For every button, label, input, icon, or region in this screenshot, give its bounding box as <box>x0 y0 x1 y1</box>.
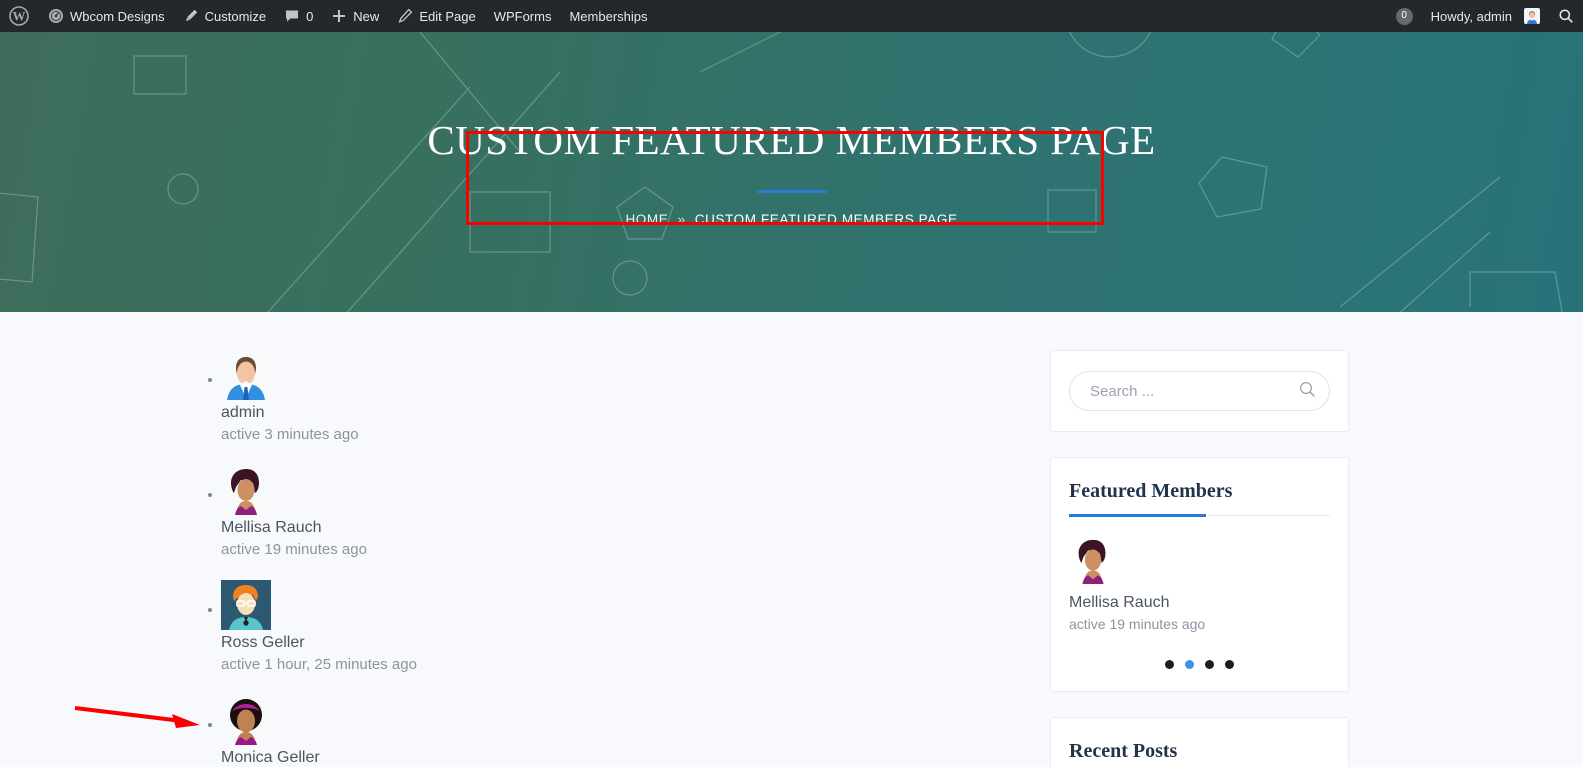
hero-content: CUSTOM FEATURED MEMBERS PAGE HOME » CUST… <box>0 32 1583 312</box>
avatar <box>1524 8 1540 24</box>
admin-bar-right-group: 0 Howdy, admin <box>1387 0 1583 32</box>
search-icon <box>1299 381 1316 401</box>
member-name[interactable]: admin <box>221 404 1050 422</box>
breadcrumb-current: CUSTOM FEATURED MEMBERS PAGE <box>694 211 958 227</box>
memberships-label: Memberships <box>569 8 648 24</box>
new-content-menu[interactable]: New <box>322 0 388 32</box>
widget-title-underline <box>1069 514 1330 517</box>
avatar-mellisa[interactable] <box>1069 536 1117 584</box>
widget-title: Recent Posts <box>1069 740 1178 762</box>
wp-admin-bar: W Wbcom Designs Customize 0 New Edit Pag… <box>0 0 1583 32</box>
my-account-menu[interactable]: Howdy, admin <box>1422 0 1549 32</box>
plus-icon <box>331 8 347 24</box>
wordpress-logo-icon: W <box>9 6 29 26</box>
wpforms-menu[interactable]: WPForms <box>485 0 561 32</box>
featured-member-card[interactable]: Mellisa Rauch active 19 minutes ago <box>1069 536 1330 632</box>
widget-title: Featured Members <box>1069 480 1233 502</box>
wpforms-label: WPForms <box>493 8 552 24</box>
avatar-ross[interactable] <box>221 580 271 630</box>
search-form <box>1069 371 1330 411</box>
carousel-dot-3[interactable] <box>1205 660 1214 669</box>
carousel-dot-4[interactable] <box>1225 660 1234 669</box>
avatar-admin[interactable] <box>221 350 271 400</box>
avatar-mellisa[interactable] <box>221 465 271 515</box>
breadcrumb-separator-icon: » <box>677 211 686 227</box>
recent-posts-widget: Recent Posts <box>1050 717 1349 767</box>
carousel-pagination <box>1069 660 1330 669</box>
new-label: New <box>353 8 380 24</box>
breadcrumb-home-link[interactable]: HOME <box>625 212 668 227</box>
search-icon <box>1558 8 1574 24</box>
howdy-label: Howdy, admin <box>1430 8 1512 24</box>
list-item[interactable]: Mellisa Rauch active 19 minutes ago <box>200 465 1050 558</box>
notification-count: 0 <box>1395 7 1413 25</box>
page-title: CUSTOM FEATURED MEMBERS PAGE <box>427 117 1156 163</box>
page-hero: CUSTOM FEATURED MEMBERS PAGE HOME » CUST… <box>0 32 1583 312</box>
member-name[interactable]: Mellisa Rauch <box>221 519 1050 537</box>
paintbrush-icon <box>183 8 199 24</box>
pencil-icon <box>397 8 413 24</box>
sidebar: Featured Members Mellisa Rauch active 19… <box>1050 350 1583 767</box>
search-input[interactable] <box>1069 371 1330 411</box>
carousel-dot-2[interactable] <box>1185 660 1194 669</box>
edit-page-label: Edit Page <box>419 8 476 24</box>
member-activity: active 3 minutes ago <box>221 426 359 443</box>
page-main: admin active 3 minutes ago Mellisa Rauch… <box>0 312 1583 767</box>
svg-text:W: W <box>13 9 26 24</box>
customize-label: Customize <box>204 8 267 24</box>
members-list: admin active 3 minutes ago Mellisa Rauch… <box>200 350 1050 767</box>
site-name-label: Wbcom Designs <box>70 8 165 24</box>
content-column: admin active 3 minutes ago Mellisa Rauch… <box>0 350 1050 767</box>
comment-bubble-icon <box>284 8 300 24</box>
featured-member-activity: active 19 minutes ago <box>1069 616 1206 632</box>
member-activity: active 1 hour, 25 minutes ago <box>221 656 417 673</box>
search-button[interactable] <box>1549 0 1583 32</box>
list-item[interactable]: Ross Geller active 1 hour, 25 minutes ag… <box>200 580 1050 673</box>
site-name-menu[interactable]: Wbcom Designs <box>39 0 174 32</box>
list-item[interactable]: admin active 3 minutes ago <box>200 350 1050 443</box>
notifications-button[interactable]: 0 <box>1387 0 1422 32</box>
list-item[interactable]: Monica Geller active 1 hour, 31 minutes … <box>200 695 1050 767</box>
search-widget <box>1050 350 1349 432</box>
featured-member-name[interactable]: Mellisa Rauch <box>1069 594 1330 612</box>
avatar-monica[interactable] <box>221 695 271 745</box>
edit-page-menu[interactable]: Edit Page <box>388 0 484 32</box>
breadcrumb: HOME » CUSTOM FEATURED MEMBERS PAGE <box>625 211 957 227</box>
wordpress-logo-button[interactable]: W <box>0 0 39 32</box>
member-activity: active 19 minutes ago <box>221 541 367 558</box>
customize-menu[interactable]: Customize <box>174 0 275 32</box>
memberships-menu[interactable]: Memberships <box>560 0 656 32</box>
member-name[interactable]: Monica Geller <box>221 749 1050 767</box>
carousel-dot-1[interactable] <box>1165 660 1174 669</box>
member-name[interactable]: Ross Geller <box>221 634 1050 652</box>
featured-members-widget: Featured Members Mellisa Rauch active 19… <box>1050 457 1349 692</box>
comments-menu[interactable]: 0 <box>275 0 322 32</box>
search-submit-button[interactable] <box>1299 381 1316 401</box>
title-accent-rule <box>756 190 827 193</box>
comments-count: 0 <box>306 8 314 24</box>
dashboard-speedometer-icon <box>48 8 64 24</box>
